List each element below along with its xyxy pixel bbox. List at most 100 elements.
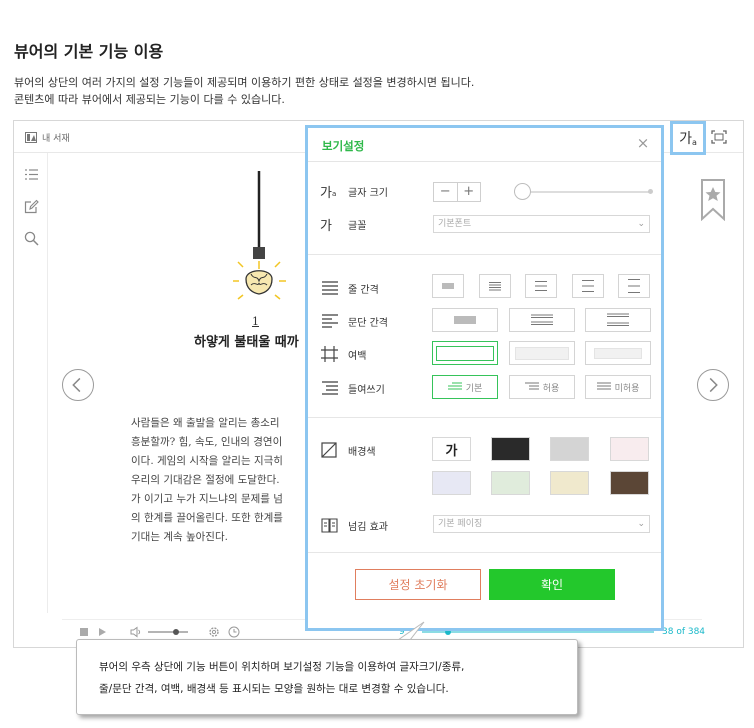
description-line-2: 콘텐츠에 따라 뷰어에서 제공되는 기능이 다를 수 있습니다.: [14, 93, 285, 106]
chapter-number: 1: [252, 315, 259, 328]
chevron-down-icon: ⌄: [637, 219, 645, 229]
line-spacing-option-1[interactable]: [432, 274, 464, 298]
indent-label: 들여쓰기: [348, 384, 385, 396]
indent-allow-icon: [524, 382, 539, 390]
background-swatch-white[interactable]: 가: [432, 437, 471, 461]
fullscreen-icon[interactable]: [711, 130, 727, 144]
tooltip-line-2: 줄/문단 간격, 여백, 배경색 등 표시되는 모양을 원하는 대로 변경할 수…: [99, 683, 449, 695]
indent-option-allow[interactable]: 허용: [509, 375, 575, 399]
volume-slider[interactable]: [146, 627, 190, 637]
chapter-title: 하얗게 불태울 때까: [194, 335, 299, 350]
library-button[interactable]: 내 서재: [25, 131, 70, 144]
font-size-decrease-button[interactable]: −: [434, 183, 457, 201]
line-spacing-option-2[interactable]: [479, 274, 511, 298]
paragraph-spacing-option-1[interactable]: [432, 308, 498, 332]
paragraph-spacing-option-2[interactable]: [509, 308, 575, 332]
panel-title: 보기설정: [322, 139, 365, 153]
divider: [308, 417, 661, 418]
indent-default-label: 기본: [465, 383, 483, 394]
line-spacing-option-4[interactable]: [572, 274, 604, 298]
margin-option-narrow[interactable]: [432, 341, 498, 365]
background-swatch-lavender[interactable]: [432, 471, 471, 495]
tooltip-line-1: 뷰어의 우측 상단에 기능 버튼이 위치하며 보기설정 기능을 이용하여 글자크…: [99, 661, 465, 673]
paragraph-spacing-option-3[interactable]: [585, 308, 651, 332]
indent-option-disallow[interactable]: 미허용: [585, 375, 651, 399]
font-size-slider-track[interactable]: [514, 191, 652, 193]
library-icon: [25, 132, 37, 143]
text-line: 사람들은 왜 출발을 알리는 총소리: [131, 417, 280, 429]
volume-icon[interactable]: [130, 626, 142, 638]
chevron-left-icon: [72, 377, 81, 393]
library-label: 내 서재: [42, 134, 70, 144]
search-icon[interactable]: [24, 231, 39, 246]
background-swatch-pink[interactable]: [610, 437, 649, 461]
margin-icon: [321, 346, 338, 362]
view-settings-button[interactable]: 가a: [670, 121, 706, 155]
text-line: 기대는 계속 높아진다.: [131, 531, 228, 543]
paragraph-spacing-label: 문단 간격: [348, 317, 388, 329]
background-swatch-black[interactable]: [491, 437, 530, 461]
background-swatch-green[interactable]: [491, 471, 530, 495]
line-spacing-icon: [322, 281, 338, 295]
reset-settings-button[interactable]: 설정 초기화: [355, 569, 481, 600]
paragraph-spacing-row: 문단 간격: [320, 309, 388, 333]
panel-header: 보기설정 ×: [308, 128, 661, 162]
background-swatch-gray[interactable]: [550, 437, 589, 461]
play-icon[interactable]: [96, 626, 108, 638]
line-spacing-option-5[interactable]: [618, 274, 650, 298]
background-row: 배경색: [320, 438, 376, 462]
background-swatch-brown[interactable]: [610, 471, 649, 495]
background-swatch-beige[interactable]: [550, 471, 589, 495]
page-turn-select[interactable]: 기본 페이징 ⌄: [433, 515, 650, 533]
font-settings-icon: 가: [679, 131, 692, 147]
line-spacing-row: 줄 간격: [320, 276, 379, 300]
book-body-text: 사람들은 왜 출발을 알리는 총소리 흥분할까? 힘, 속도, 인내의 경연이 …: [131, 414, 311, 547]
font-size-stepper: − +: [433, 182, 481, 202]
indent-disallow-label: 미허용: [614, 383, 640, 394]
indent-option-default[interactable]: 기본: [432, 375, 498, 399]
page-turn-label: 넘김 효과: [348, 521, 388, 533]
gear-icon[interactable]: [208, 626, 220, 638]
font-size-slider-end: [648, 189, 653, 194]
bookmark-icon[interactable]: [700, 179, 726, 221]
margin-option-medium[interactable]: [509, 341, 575, 365]
margin-row: 여백: [320, 342, 366, 366]
page-title: 뷰어의 기본 기능 이용: [14, 42, 164, 61]
description-line-1: 뷰어의 상단의 여러 가지의 설정 기능들이 제공되며 이용하기 편한 상태로 …: [14, 76, 475, 89]
stop-icon[interactable]: [78, 626, 90, 638]
clock-icon[interactable]: [228, 626, 240, 638]
font-family-icon: 가: [320, 218, 332, 234]
previous-page-button[interactable]: [62, 369, 94, 401]
font-family-row: 가 글꼴: [320, 212, 366, 236]
next-page-button[interactable]: [697, 369, 729, 401]
page-description: 뷰어의 상단의 여러 가지의 설정 기능들이 제공되며 이용하기 편한 상태로 …: [14, 74, 734, 108]
margin-option-wide[interactable]: [585, 341, 651, 365]
font-size-slider-handle[interactable]: [514, 183, 531, 200]
font-size-increase-button[interactable]: +: [456, 183, 481, 201]
close-icon[interactable]: ×: [635, 135, 651, 151]
page-turn-value: 기본 페이징: [438, 519, 483, 529]
feature-tooltip: 뷰어의 우측 상단에 기능 버튼이 위치하며 보기설정 기능을 이용하여 글자크…: [76, 639, 578, 715]
table-of-contents-icon[interactable]: [24, 167, 39, 182]
page-count: 38 of 384: [662, 627, 706, 637]
font-size-row: 가a 글자 크기: [320, 179, 388, 203]
line-spacing-option-3[interactable]: [525, 274, 557, 298]
font-family-select[interactable]: 기본폰트 ⌄: [433, 215, 650, 233]
margin-label: 여백: [348, 350, 367, 362]
memo-edit-icon[interactable]: [24, 199, 39, 214]
text-line: 우리의 기대감은 절정에 도달한다.: [131, 474, 280, 486]
divider: [308, 254, 661, 255]
divider: [308, 552, 661, 553]
confirm-button[interactable]: 확인: [489, 569, 615, 600]
indent-row: 들여쓰기: [320, 376, 385, 400]
text-line: 의 한계를 끌어올린다. 또한 한계를: [131, 512, 283, 524]
viewer-left-toolbar: [14, 153, 48, 613]
font-size-label: 글자 크기: [348, 187, 388, 199]
lightbulb-brain-illustration: [233, 171, 286, 300]
paragraph-spacing-icon: [322, 314, 338, 328]
text-line: 이다. 게임의 시작을 알리는 지극히: [131, 455, 283, 467]
chevron-right-icon: [709, 377, 718, 393]
line-spacing-label: 줄 간격: [348, 284, 379, 296]
indent-allow-label: 허용: [542, 383, 560, 394]
indent-icon: [322, 381, 338, 395]
